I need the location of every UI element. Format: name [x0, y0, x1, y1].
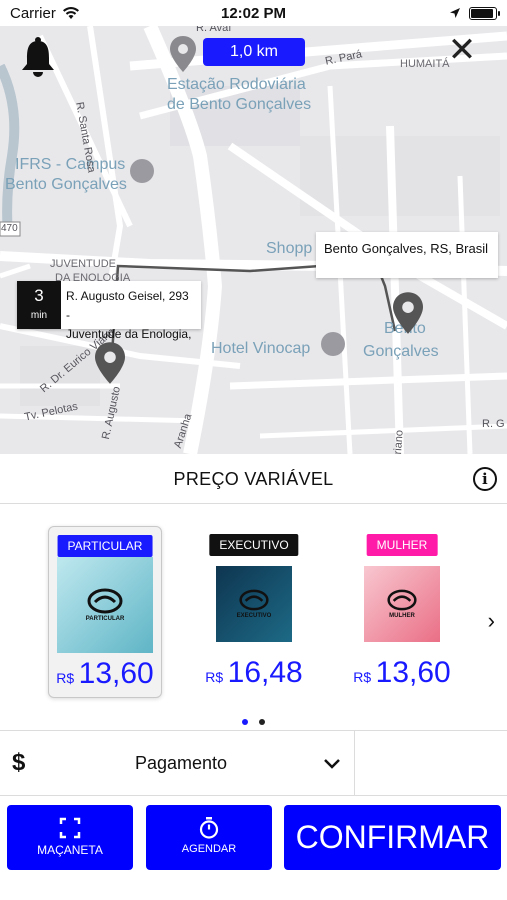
price-header: PREÇO VARIÁVEL i: [0, 454, 507, 504]
map-label-shopping: Shopp: [266, 240, 313, 257]
category-image-label-executivo: EXECUTIVO: [236, 613, 272, 619]
category-card-particular[interactable]: PARTICULAR PARTICULAR R$ 13,60: [48, 526, 162, 698]
category-image-label-particular: PARTICULAR: [85, 616, 125, 622]
wifi-icon: [62, 7, 79, 19]
category-badge-executivo: EXECUTIVO: [209, 534, 299, 556]
map-label-ifrs-1: IFRS - Campus: [15, 156, 126, 173]
macaneta-button[interactable]: MAÇANETA: [7, 805, 133, 870]
payment-label: Pagamento: [135, 753, 228, 773]
destination-callout[interactable]: Bento Gonçalves, RS, Brasil: [316, 232, 498, 278]
currency-label: R$: [56, 670, 75, 686]
status-bar: Carrier 12:02 PM: [0, 0, 507, 26]
origin-address-line1: R. Augusto Geisel, 293 -: [65, 289, 189, 322]
agendar-label: AGENDAR: [181, 843, 237, 855]
price-value: 16,48: [227, 656, 303, 689]
category-image-mulher: MULHER: [364, 566, 440, 642]
category-card-executivo[interactable]: EXECUTIVO EXECUTIVO R$ 16,48: [197, 526, 311, 698]
car-logo-icon: [387, 589, 417, 611]
map-label-avai: R. Avaí: [196, 26, 232, 34]
distance-pin-icon: [170, 36, 196, 72]
agendar-button[interactable]: AGENDAR: [146, 805, 272, 870]
category-price-mulher: R$ 13,60: [345, 656, 459, 690]
category-badge-mulher: MULHER: [366, 534, 438, 556]
map-label-hotel: Hotel Vinocap: [211, 340, 311, 357]
origin-address: R. Augusto Geisel, 293 - Juventude da En…: [61, 281, 201, 341]
origin-address-line2: Juventude da Enologia,: [65, 327, 192, 341]
map-label-mariano: riano: [392, 429, 406, 454]
map-label-route-470: 470: [1, 223, 18, 234]
stopwatch-icon: [199, 817, 219, 839]
eta-box: 3 min: [17, 281, 61, 329]
map-label-ifrs-2: Bento Gonçalves: [5, 176, 127, 193]
chevron-down-icon[interactable]: [322, 753, 342, 773]
origin-callout[interactable]: 3 min R. Augusto Geisel, 293 - Juventude…: [17, 281, 201, 341]
status-right: [449, 6, 500, 20]
location-arrow-icon: [450, 8, 460, 18]
currency-label: R$: [205, 669, 224, 685]
payment-divider: [354, 731, 355, 797]
car-logo-icon: [87, 588, 123, 614]
category-price-particular: R$ 13,60: [49, 657, 161, 691]
close-icon[interactable]: ✕: [446, 33, 478, 67]
category-card-mulher[interactable]: MULHER MULHER R$ 13,60: [345, 526, 459, 698]
category-price-executivo: R$ 16,48: [197, 656, 311, 690]
map-view[interactable]: Estação Rodoviária de Bento Gonçalves IF…: [0, 26, 507, 454]
pagination-dot-active[interactable]: [242, 719, 249, 725]
price-value: 13,60: [375, 656, 451, 689]
dollar-icon: $: [12, 749, 26, 776]
map-label-station-1: Estação Rodoviária: [167, 76, 306, 93]
category-badge-particular: PARTICULAR: [57, 535, 153, 557]
carrier-label: Carrier: [10, 4, 56, 22]
scan-frame-icon: [59, 817, 81, 839]
confirm-button[interactable]: CONFIRMAR: [284, 805, 501, 870]
eta-value: 3: [34, 286, 44, 305]
category-image-particular: PARTICULAR: [57, 557, 153, 653]
info-icon[interactable]: i: [473, 467, 497, 491]
status-left: Carrier: [10, 5, 80, 22]
category-image-executivo: EXECUTIVO: [216, 566, 292, 642]
car-logo-icon: [239, 589, 269, 611]
origin-pin-icon: [95, 342, 125, 384]
map-label-juventude-1: JUVENTUDE: [50, 258, 117, 270]
action-bar: MAÇANETA AGENDAR CONFIRMAR: [0, 796, 507, 900]
pagination-dot[interactable]: [258, 719, 265, 725]
category-image-label-mulher: MULHER: [389, 613, 415, 619]
currency-label: R$: [353, 669, 372, 685]
price-header-title: PREÇO VARIÁVEL: [173, 469, 334, 489]
chevron-right-icon[interactable]: ›: [488, 608, 495, 634]
destination-pin-icon: [393, 292, 423, 334]
price-value: 13,60: [78, 657, 154, 690]
pagination-dots: [0, 712, 507, 730]
destination-address: Bento Gonçalves, RS, Brasil: [324, 241, 489, 256]
macaneta-label: MAÇANETA: [37, 843, 103, 857]
status-time: 12:02 PM: [220, 4, 287, 22]
battery-icon: [469, 6, 500, 20]
map-label-humaita: HUMAITÁ: [400, 58, 450, 70]
payment-selector[interactable]: $ Pagamento: [0, 730, 507, 797]
eta-unit: min: [30, 310, 48, 321]
category-carousel[interactable]: PARTICULAR PARTICULAR R$ 13,60 EXECUTIVO…: [0, 504, 507, 730]
distance-badge: 1,0 km: [203, 38, 305, 66]
bell-icon[interactable]: [20, 36, 56, 78]
map-label-road-g: R. G: [482, 418, 505, 430]
map-label-station-2: de Bento Gonçalves: [167, 96, 312, 113]
map-label-city-2: Gonçalves: [363, 343, 439, 360]
